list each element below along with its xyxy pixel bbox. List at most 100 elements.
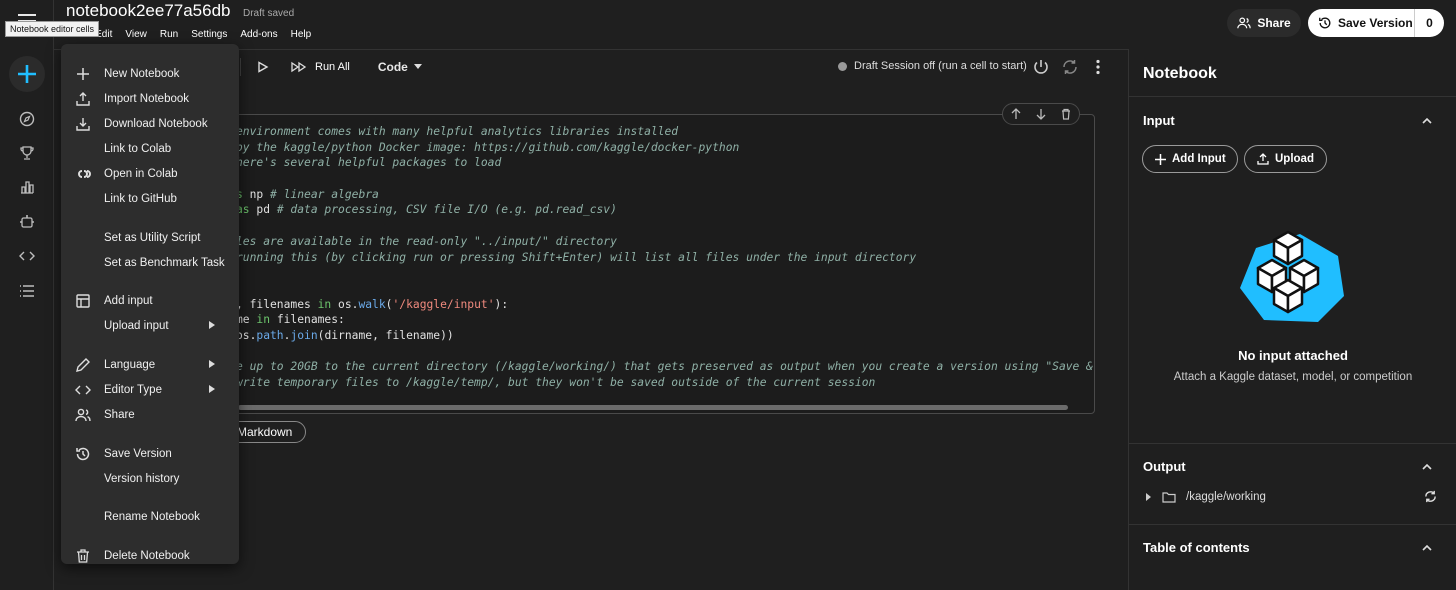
file-menu-item-import-notebook[interactable]: Import Notebook bbox=[61, 88, 239, 110]
chevron-up-icon[interactable] bbox=[1421, 115, 1433, 127]
submenu-arrow-icon bbox=[209, 360, 215, 370]
history-icon bbox=[1319, 17, 1331, 29]
menu-settings[interactable]: Settings bbox=[191, 28, 227, 41]
trophy-icon[interactable] bbox=[17, 143, 37, 163]
code-token: # linear algebra bbox=[270, 187, 379, 201]
table-icon bbox=[75, 293, 91, 309]
file-menu-item-new-notebook[interactable]: New Notebook bbox=[61, 63, 239, 85]
plus-icon bbox=[75, 66, 91, 82]
people-icon bbox=[75, 407, 91, 423]
add-input-button[interactable]: Add Input bbox=[1142, 145, 1238, 173]
file-menu-item-upload-input[interactable]: Upload input bbox=[61, 315, 239, 337]
code-line: environment comes with many helpful anal… bbox=[120, 124, 1095, 140]
chevron-up-icon[interactable] bbox=[1421, 461, 1433, 473]
more-options-icon[interactable] bbox=[1089, 58, 1107, 76]
add-input-label: Add Input bbox=[1172, 153, 1226, 165]
file-menu-item-rename-notebook[interactable]: Rename Notebook bbox=[61, 506, 239, 528]
file-menu-item-label: Set as Benchmark Task bbox=[104, 257, 225, 269]
notebook-title[interactable]: notebook2ee77a56db bbox=[66, 1, 231, 21]
file-menu-item-share[interactable]: Share bbox=[61, 404, 239, 426]
no-input-subtitle: Attach a Kaggle dataset, model, or compe… bbox=[1173, 371, 1413, 383]
code-token: , filenames bbox=[236, 297, 318, 311]
file-menu-item-set-as-utility-script[interactable]: Set as Utility Script bbox=[61, 227, 239, 249]
cell-type-select[interactable]: Code bbox=[378, 60, 422, 74]
file-menu-item-label: Save Version bbox=[104, 448, 172, 460]
upload-button[interactable]: Upload bbox=[1244, 145, 1327, 173]
caret-down-icon bbox=[413, 64, 422, 69]
menu-run[interactable]: Run bbox=[160, 28, 178, 41]
toc-heading[interactable]: Table of contents bbox=[1143, 540, 1250, 555]
session-status-text: Draft Session off (run a cell to start) bbox=[854, 60, 1027, 72]
run-cell-button[interactable] bbox=[257, 60, 271, 74]
chevron-up-icon[interactable] bbox=[1421, 542, 1433, 554]
file-menu: New Notebook Import Notebook Download Note… bbox=[61, 44, 239, 564]
list-icon[interactable] bbox=[17, 281, 37, 301]
no-input-title: No input attached bbox=[1238, 348, 1348, 363]
colab-icon bbox=[75, 166, 91, 182]
file-menu-item-link-to-colab[interactable]: Link to Colab bbox=[61, 138, 239, 160]
menu-view[interactable]: View bbox=[125, 28, 147, 41]
file-menu-item-editor-type[interactable]: Editor Type bbox=[61, 379, 239, 401]
file-menu-item-label: Upload input bbox=[104, 320, 169, 332]
folder-icon bbox=[1162, 492, 1176, 503]
power-icon[interactable] bbox=[1032, 58, 1050, 76]
menu-add-ons[interactable]: Add-ons bbox=[240, 28, 277, 41]
download-icon bbox=[75, 116, 91, 132]
code-line: e up to 20GB to the current directory (/… bbox=[120, 359, 1095, 375]
code-token: pd bbox=[249, 203, 277, 217]
file-menu-item-set-as-benchmark-task[interactable]: Set as Benchmark Task bbox=[61, 252, 239, 274]
file-menu-item-save-version[interactable]: Save Version bbox=[61, 443, 239, 465]
file-menu-item-open-in-colab[interactable]: Open in Colab bbox=[61, 163, 239, 185]
file-menu-item-link-to-github[interactable]: Link to GitHub bbox=[61, 188, 239, 210]
horizontal-scrollbar[interactable] bbox=[238, 405, 1068, 410]
code-token: np bbox=[242, 187, 271, 201]
code-token: e up to 20GB to the current directory (/… bbox=[236, 360, 1095, 374]
file-menu-item-delete-notebook[interactable]: Delete Notebook bbox=[61, 545, 239, 567]
share-button[interactable]: Share bbox=[1227, 9, 1301, 37]
code-token: write temporary files to /kaggle/temp/, … bbox=[236, 376, 876, 389]
file-menu-item-add-input[interactable]: Add input bbox=[61, 290, 239, 312]
file-menu-item-label: Link to Colab bbox=[104, 143, 172, 155]
output-tree-row[interactable]: /kaggle/working bbox=[1145, 491, 1266, 503]
models-icon[interactable] bbox=[17, 212, 37, 232]
code-line: running this (by clicking run or pressin… bbox=[120, 250, 1095, 266]
submenu-arrow-icon bbox=[209, 321, 215, 331]
file-menu-item-label: Set as Utility Script bbox=[104, 232, 201, 244]
code-icon[interactable] bbox=[17, 246, 37, 266]
file-menu-item-language[interactable]: Language bbox=[61, 354, 239, 376]
code-editor[interactable]: environment comes with many helpful anal… bbox=[120, 124, 1095, 391]
submenu-arrow-icon bbox=[209, 385, 215, 395]
file-menu-item-label: Open in Colab bbox=[104, 168, 178, 180]
output-heading[interactable]: Output bbox=[1143, 459, 1186, 474]
save-version-count[interactable]: 0 bbox=[1415, 16, 1444, 30]
restart-icon[interactable] bbox=[1061, 58, 1079, 76]
file-menu-item-version-history[interactable]: Version history bbox=[61, 468, 239, 490]
input-heading[interactable]: Input bbox=[1143, 113, 1175, 128]
refresh-icon[interactable] bbox=[1424, 490, 1437, 503]
add-markdown-label: Markdown bbox=[237, 425, 293, 439]
file-menu-item-label: Delete Notebook bbox=[104, 550, 190, 562]
cell-toolbar bbox=[1002, 103, 1080, 125]
menu-help[interactable]: Help bbox=[291, 28, 312, 41]
file-menu-item-label: Import Notebook bbox=[104, 93, 190, 105]
file-menu-item-label: Add input bbox=[104, 295, 153, 307]
panel-divider bbox=[1129, 96, 1456, 97]
code-line: by the kaggle/python Docker image: https… bbox=[120, 140, 1095, 156]
move-down-icon[interactable] bbox=[1035, 108, 1047, 120]
run-all-button[interactable]: Run All bbox=[291, 61, 350, 73]
notebook-toolbar: Run All Code bbox=[240, 56, 422, 78]
create-button[interactable] bbox=[9, 56, 45, 92]
caret-right-icon[interactable] bbox=[1145, 493, 1152, 501]
file-menu-item-download-notebook[interactable]: Download Notebook bbox=[61, 113, 239, 135]
move-up-icon[interactable] bbox=[1010, 108, 1022, 120]
code-line: me in filenames: bbox=[120, 312, 1095, 328]
code-token: running this (by clicking run or pressin… bbox=[236, 250, 917, 264]
delete-cell-icon[interactable] bbox=[1060, 108, 1072, 120]
datasets-icon[interactable] bbox=[17, 177, 37, 197]
file-menu-item-label: Version history bbox=[104, 473, 180, 485]
toolbar-separator bbox=[240, 58, 241, 76]
code-token: filenames: bbox=[270, 313, 345, 327]
save-version-button[interactable]: Save Version 0 bbox=[1308, 9, 1444, 37]
compass-icon[interactable] bbox=[17, 109, 37, 129]
run-all-label: Run All bbox=[315, 61, 350, 73]
